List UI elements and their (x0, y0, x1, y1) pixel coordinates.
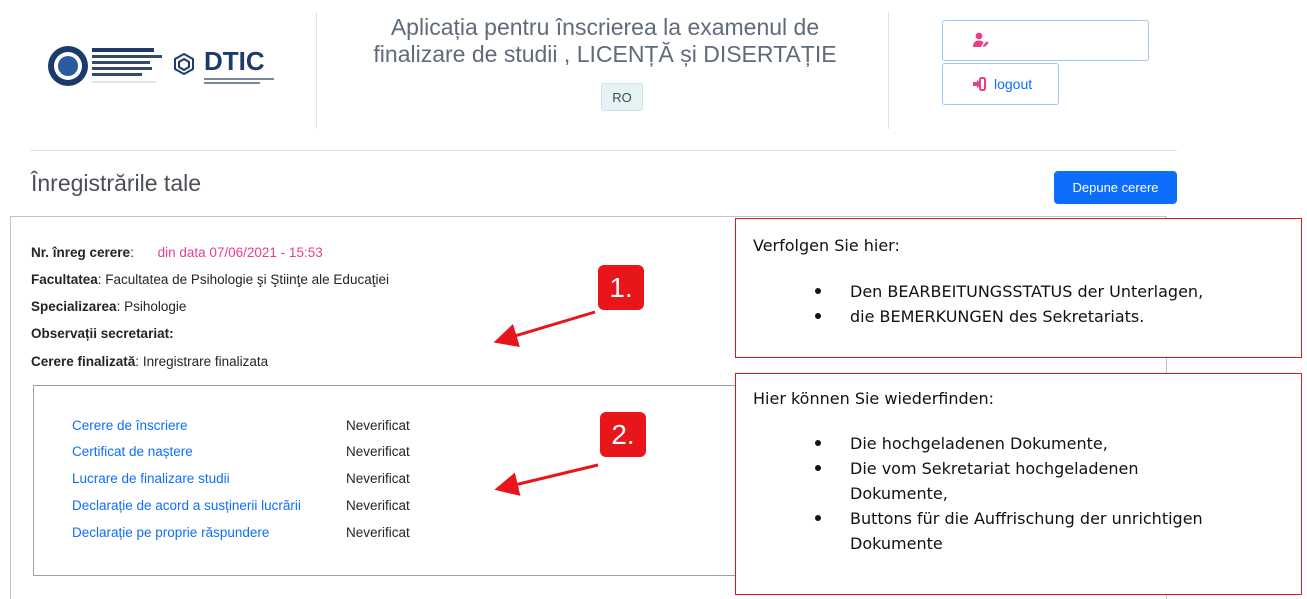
annotation-note-2: Hier können Sie wiederfinden: Die hochge… (735, 373, 1302, 595)
note-item: Die vom Sekretariat hochgeladenen Dokume… (736, 456, 1166, 506)
note-heading: Verfolgen Sie hier: (753, 236, 900, 255)
note-item: Den BEARBEITUNGSSTATUS der Unterlagen, (736, 279, 1301, 304)
note-item: die BEMERKUNGEN des Sekretariats. (736, 304, 1301, 329)
note-heading: Hier können Sie wiederfinden: (753, 389, 995, 408)
note-item: Buttons für die Auffrischung der unricht… (736, 506, 1296, 556)
annotation-note-1: Verfolgen Sie hier: Den BEARBEITUNGSSTAT… (735, 218, 1302, 358)
annotation-badge-2: 2. (600, 412, 646, 457)
annotation-badge-1: 1. (598, 265, 644, 310)
note-item: Die hochgeladenen Dokumente, (736, 431, 1301, 456)
